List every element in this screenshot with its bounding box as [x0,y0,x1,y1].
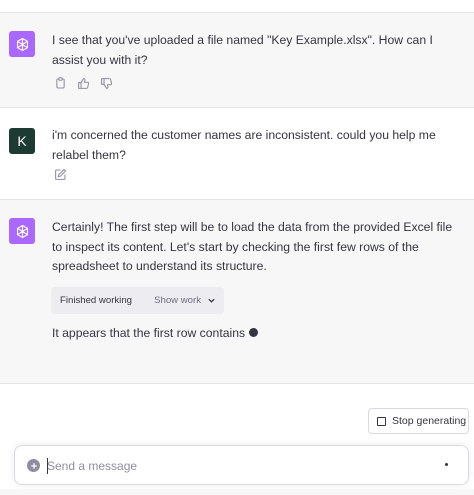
send-icon[interactable] [445,463,448,466]
thumbs-up-icon[interactable] [77,77,90,90]
chatgpt-logo-icon [9,218,35,244]
copy-icon[interactable] [54,77,67,90]
text-caret [47,458,48,474]
message-text: I see that you've uploaded a file named … [52,33,433,67]
message-text: Certainly! The first step will be to loa… [52,220,453,274]
work-status-label: Finished working [60,295,132,306]
message-text: i'm concerned the customer names are inc… [52,128,436,162]
message-actions [54,168,67,181]
bottom-strip [0,489,474,495]
show-work-button[interactable]: Show work [154,295,216,306]
edit-icon[interactable] [54,168,67,181]
stop-icon [377,416,386,426]
streaming-text: It appears that the first row contains [52,324,464,344]
chatgpt-logo-icon [9,31,35,57]
user-avatar: K [9,128,35,154]
thumbs-down-icon[interactable] [100,77,113,90]
message-actions [54,77,113,90]
work-status-box: Finished working Show work [51,287,224,314]
streaming-cursor-icon [249,328,259,338]
assistant-message: Certainly! The first step will be to loa… [0,200,474,384]
stop-generating-button[interactable]: Stop generating [368,408,469,434]
top-divider [0,0,474,13]
message-input[interactable] [47,456,427,476]
stop-generating-label: Stop generating [392,415,467,427]
show-work-label: Show work [154,295,201,306]
attach-plus-icon[interactable] [27,459,40,472]
assistant-message: I see that you've uploaded a file named … [0,13,474,108]
message-composer [14,445,469,485]
user-message: K i'm concerned the customer names are i… [0,108,474,200]
chevron-down-icon [208,298,215,303]
chat-page: I see that you've uploaded a file named … [0,0,474,495]
partial-text: It appears that the first row contains [52,326,246,340]
